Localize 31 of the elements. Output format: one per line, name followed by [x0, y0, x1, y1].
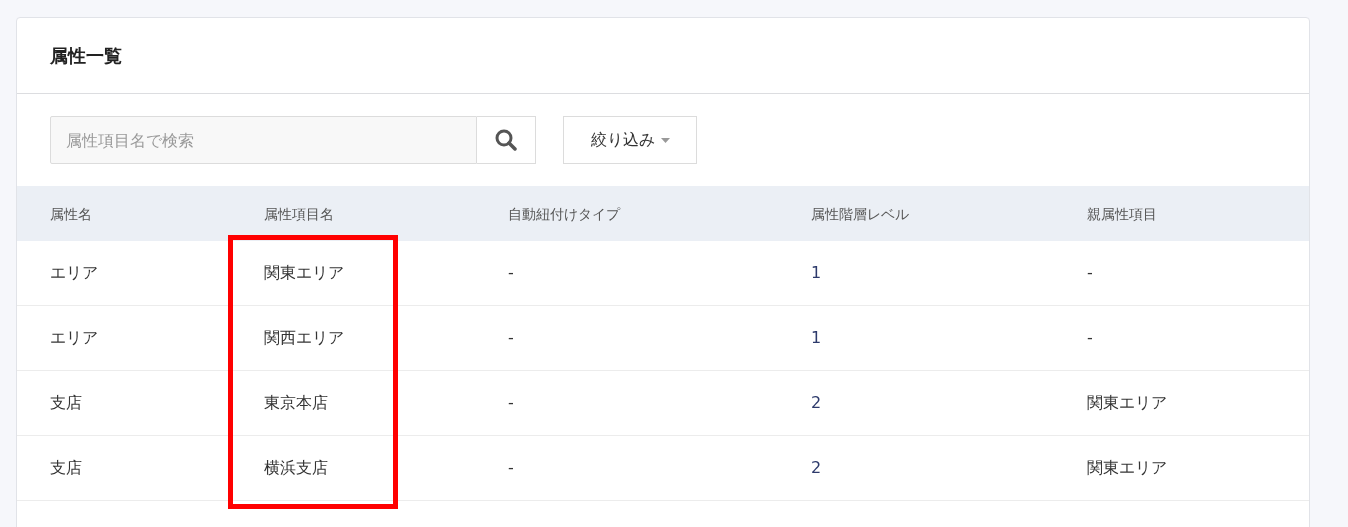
table-cell: 東京本店	[264, 393, 328, 412]
table-cell: -	[508, 458, 514, 477]
filter-dropdown[interactable]: 絞り込み	[563, 116, 697, 164]
column-header: 自動紐付けタイプ	[508, 205, 620, 222]
search-button[interactable]	[477, 116, 536, 164]
table-cell: -	[508, 393, 514, 412]
table-cell: 関東エリア	[1087, 393, 1167, 412]
table-cell: 1	[811, 263, 822, 282]
table-cell: -	[1087, 328, 1093, 347]
search-field[interactable]: 属性項目名で検索	[50, 116, 477, 164]
table-cell: -	[1087, 263, 1093, 282]
search-icon	[494, 128, 518, 152]
column-header: 親属性項目	[1087, 205, 1157, 222]
table-cell: 1	[811, 328, 822, 347]
table-cell: エリア	[50, 263, 98, 282]
card-title: 属性一覧	[50, 44, 122, 68]
column-header: 属性階層レベル	[811, 205, 909, 222]
column-header: 属性項目名	[264, 205, 334, 222]
table-cell: 関西エリア	[264, 328, 344, 347]
table-cell: 2	[811, 393, 822, 412]
caret-icon	[660, 137, 670, 143]
table-cell: エリア	[50, 328, 98, 347]
table-cell: 横浜支店	[264, 458, 328, 477]
table-cell: 支店	[50, 458, 82, 477]
table-cell: -	[508, 263, 514, 282]
table-cell: 関東エリア	[264, 263, 344, 282]
table-cell: 2	[811, 458, 822, 477]
column-header: 属性名	[50, 205, 92, 222]
table-cell: 支店	[50, 393, 82, 412]
table-cell: -	[508, 328, 514, 347]
table-cell: 関東エリア	[1087, 458, 1167, 477]
